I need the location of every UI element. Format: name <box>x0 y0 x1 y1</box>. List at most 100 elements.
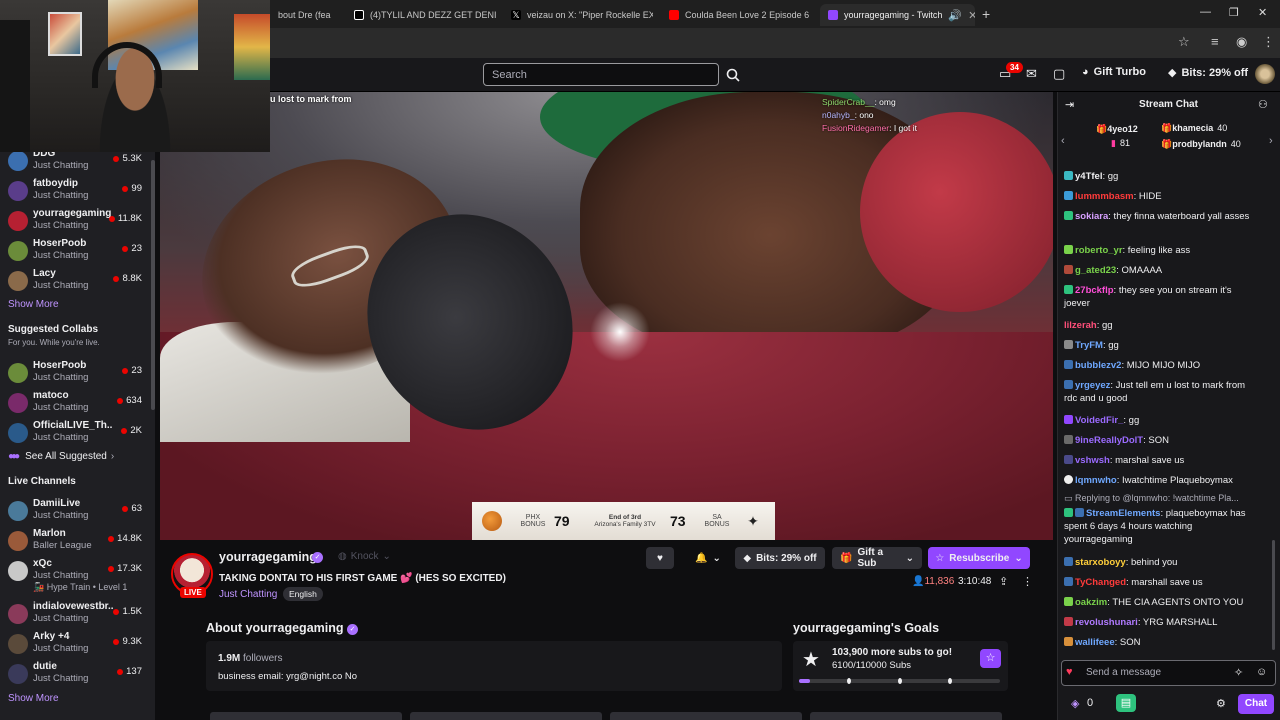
chat-username[interactable]: g_ated23 <box>1075 265 1116 276</box>
sidebar-channel[interactable]: yourragegaming Just Chatting 11.8K <box>0 206 150 236</box>
close-window-icon[interactable]: ✕ <box>1258 6 1267 19</box>
community-icon[interactable]: ⚇ <box>1258 98 1268 111</box>
language-tag[interactable]: English <box>283 587 323 601</box>
minimize-icon[interactable]: — <box>1200 6 1211 18</box>
sidebar-scroll-thumb[interactable] <box>151 160 155 410</box>
badge-icon <box>1064 360 1073 369</box>
emote-icon[interactable]: ☺ <box>1256 666 1267 678</box>
chat-username[interactable]: 9ineReallyDolT <box>1075 435 1143 446</box>
chat-username[interactable]: revolushunari <box>1075 617 1138 628</box>
gifter-name: 4yeo12 <box>1107 124 1138 134</box>
chat-username[interactable]: vshwsh <box>1075 455 1110 466</box>
chat-username[interactable]: oakzim <box>1075 597 1107 608</box>
mail-icon[interactable]: ✉ <box>1026 66 1037 82</box>
gift-turbo-label: Gift Turbo <box>1093 66 1146 78</box>
profile-icon[interactable]: ◉ <box>1236 34 1247 50</box>
chat-settings-icon[interactable]: ⚙ <box>1216 697 1226 710</box>
chat-username[interactable]: VoidedFir_ <box>1075 415 1123 426</box>
gifter-entry[interactable]: 🎁khamecia 40 <box>1161 123 1227 134</box>
search-button[interactable] <box>721 63 745 86</box>
channel-name: xQc <box>33 558 52 569</box>
new-tab-button[interactable]: + <box>982 6 990 22</box>
browser-tab[interactable]: 𝕏veizau on X: "Piper Rockelle EX✕ <box>503 4 653 26</box>
stream-category-link[interactable]: Just Chatting <box>219 589 277 600</box>
sidebar-channel[interactable]: Marlon Baller League 14.8K <box>0 526 150 556</box>
gift-turbo-button[interactable]: ◕ Gift Turbo <box>1082 66 1146 78</box>
channel-points-icon[interactable]: ◈ <box>1071 697 1079 710</box>
browser-tab-active[interactable]: yourragegaming - Twitch 🔊 ✕ <box>820 4 975 26</box>
close-icon[interactable]: ✕ <box>809 9 813 22</box>
chat-username[interactable]: sokiara <box>1075 211 1108 222</box>
chat-text: : gg <box>1102 171 1119 182</box>
gifter-entry[interactable]: 🎁4yeo12 <box>1096 124 1138 135</box>
sidebar-channel[interactable]: HoserPoob Just Chatting 23 <box>0 358 150 388</box>
sidebar-channel[interactable]: xQc Just Chatting 🚂 Hype Train • Level 1… <box>0 556 150 596</box>
close-icon[interactable]: ✕ <box>962 9 975 22</box>
user-avatar[interactable] <box>1255 64 1275 84</box>
video-player[interactable] <box>160 92 1053 540</box>
sidebar-channel[interactable]: indialovewestbr... Just Chatting 1.5K <box>0 599 150 629</box>
knock-button[interactable]: ◍ Knock ⌄ <box>338 551 391 562</box>
sidebar-channel[interactable]: Arky +4 Just Chatting 9.3K <box>0 629 150 659</box>
chat-username[interactable]: roberto_yr <box>1075 245 1123 256</box>
gifter-entry[interactable]: 🎁prodbylandn 40 <box>1161 139 1241 150</box>
chat-username[interactable]: lummmbasm <box>1075 191 1134 202</box>
sidebar-channel[interactable]: HoserPoob Just Chatting 23 <box>0 236 150 266</box>
gift-a-sub-button[interactable]: 🎁 Gift a Sub ⌄ <box>832 547 922 569</box>
browser-tab[interactable]: bout Dre (fea <box>270 4 346 26</box>
more-options-icon[interactable]: ⋮ <box>1022 575 1033 588</box>
bookmark-star-icon[interactable]: ☆ <box>1178 34 1190 50</box>
train-icon: 🚂 <box>33 582 47 592</box>
bits-discount-button[interactable]: ◆ Bits: 29% off <box>735 547 825 569</box>
channel-category: Just Chatting <box>33 372 89 383</box>
notifications-button[interactable]: 🔔 ⌄ <box>688 547 728 569</box>
share-icon[interactable]: ⇪ <box>999 575 1008 588</box>
show-more-link[interactable]: Show More <box>8 299 59 310</box>
chat-username[interactable]: wallifeee <box>1075 637 1115 648</box>
chat-username[interactable]: yrgeyez <box>1075 380 1110 391</box>
browser-tab[interactable]: Coulda Been Love 2 Episode 6✕ <box>661 4 813 26</box>
follow-heart-button[interactable]: ♥ <box>646 547 674 569</box>
goal-subscribe-button[interactable]: ☆ <box>980 649 1001 668</box>
speaker-icon[interactable]: 🔊 <box>942 9 962 22</box>
bits-cheer-icon[interactable]: ✧ <box>1234 666 1243 679</box>
chat-username[interactable]: TryFM <box>1075 340 1103 351</box>
chat-text: : HIDE <box>1133 191 1162 202</box>
badge-icon <box>1064 380 1073 389</box>
sidebar-channel[interactable]: OfficialLIVE_Th... Just Chatting 2K <box>0 418 150 448</box>
chat-send-button[interactable]: Chat <box>1238 694 1274 714</box>
channel-avatar <box>8 561 28 581</box>
search-input[interactable]: Search <box>483 63 719 86</box>
browser-tab[interactable]: (4)TYLIL AND DEZZ GET DENIE✕ <box>346 4 496 26</box>
chat-username[interactable]: TyChanged <box>1075 577 1126 588</box>
channel-name[interactable]: yourragegaming <box>219 550 317 564</box>
sidebar-channel[interactable]: fatboydip Just Chatting 99 <box>0 176 150 206</box>
chevron-left-icon[interactable]: ‹ <box>1061 135 1065 147</box>
points-reward-icon[interactable]: ▤ <box>1116 694 1136 712</box>
maximize-icon[interactable]: ❐ <box>1229 6 1239 19</box>
sidebar-channel[interactable]: dutie Just Chatting 137 <box>0 659 150 689</box>
playlist-icon[interactable]: ≡ <box>1211 34 1219 49</box>
chat-username[interactable]: y4Tfel <box>1075 171 1102 182</box>
resubscribe-button[interactable]: ☆ Resubscribe ⌄ <box>928 547 1030 569</box>
heart-icon[interactable]: ♥ <box>1066 666 1073 678</box>
chat-username[interactable]: StreamElements <box>1086 508 1160 519</box>
sidebar-channel[interactable]: Lacy Just Chatting 8.8K <box>0 266 150 296</box>
chat-username[interactable]: 27bckflp <box>1075 285 1114 296</box>
skull-badge-icon <box>1064 475 1073 484</box>
chat-message: revolushunari: YRG MARSHALL <box>1064 616 1260 629</box>
sidebar-channel[interactable]: matoco Just Chatting 634 <box>0 388 150 418</box>
bits-button[interactable]: ◆ Bits: 29% off <box>1168 66 1248 80</box>
chat-username[interactable]: bubblezv2 <box>1075 360 1121 371</box>
chat-username[interactable]: lilzerah <box>1064 320 1097 331</box>
whispers-icon[interactable]: ▢ <box>1053 66 1065 82</box>
chat-username[interactable]: lqmnwho <box>1075 475 1117 486</box>
chat-scrollbar[interactable] <box>1272 540 1275 650</box>
sidebar-channel[interactable]: DamiiLive Just Chatting 63 <box>0 496 150 526</box>
chevron-right-icon[interactable]: › <box>1269 135 1273 147</box>
see-all-suggested-link[interactable]: ●●● See All Suggested › <box>8 451 114 462</box>
chat-username[interactable]: starxoboyy <box>1075 557 1126 568</box>
show-more-link[interactable]: Show More <box>8 693 59 704</box>
gifter-count: ▮ 81 <box>1111 138 1130 149</box>
more-menu-icon[interactable]: ⋮ <box>1262 34 1275 50</box>
